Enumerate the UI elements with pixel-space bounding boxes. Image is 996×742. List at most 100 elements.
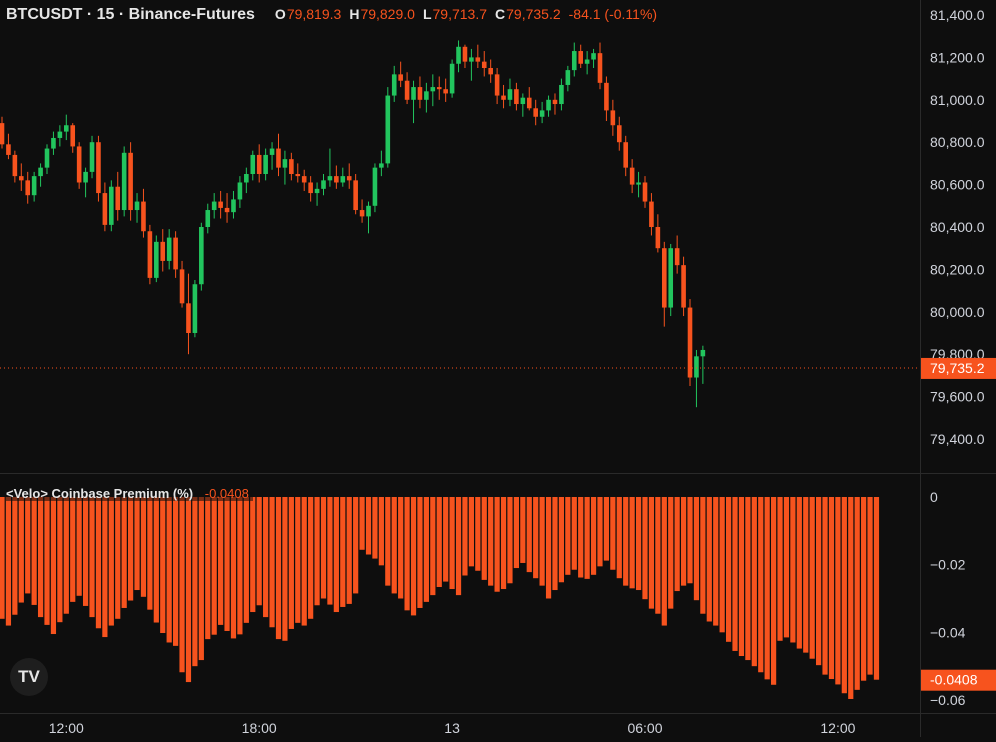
premium-bar bbox=[745, 497, 751, 661]
candle-body bbox=[552, 99, 558, 105]
premium-bar bbox=[809, 497, 815, 659]
candle-body bbox=[507, 89, 513, 100]
candle-body bbox=[289, 159, 294, 174]
premium-bar bbox=[404, 497, 410, 611]
premium-bar bbox=[571, 497, 577, 570]
tradingview-logo-icon[interactable]: TV bbox=[10, 658, 48, 696]
candle-body bbox=[443, 89, 448, 94]
premium-bar bbox=[5, 497, 12, 626]
premium-bar bbox=[115, 497, 121, 619]
premium-bar bbox=[475, 497, 481, 571]
trading-chart[interactable]: 81,400.0 81,200.0 81,000.0 80,800.0 80,600.0… bbox=[0, 0, 996, 737]
premium-bar bbox=[835, 497, 841, 685]
premium-bar bbox=[822, 497, 828, 675]
candle-body bbox=[687, 307, 693, 378]
candle-body bbox=[263, 154, 268, 174]
premium-bar bbox=[642, 497, 648, 600]
candle-body bbox=[166, 237, 172, 261]
open-label: O bbox=[274, 6, 286, 22]
candle-body bbox=[417, 87, 423, 100]
premium-bar bbox=[108, 497, 114, 626]
premium-bar bbox=[31, 497, 37, 605]
candle-body bbox=[488, 68, 493, 75]
premium-bar bbox=[192, 497, 198, 667]
candle-body bbox=[76, 146, 82, 183]
premium-bar bbox=[353, 497, 359, 594]
candle-body bbox=[346, 176, 352, 181]
candle-body bbox=[31, 176, 37, 196]
premium-bar bbox=[340, 497, 346, 607]
candle-body bbox=[83, 171, 88, 183]
premium-bar bbox=[263, 497, 269, 618]
premium-bar bbox=[668, 497, 674, 609]
candle-body bbox=[128, 152, 133, 211]
premium-bar bbox=[680, 497, 687, 586]
premium-bar bbox=[816, 497, 822, 666]
premium-bar bbox=[738, 497, 745, 657]
premium-bar bbox=[378, 497, 384, 566]
premium-bar bbox=[462, 497, 468, 576]
candle-body bbox=[591, 53, 596, 60]
premium-bar bbox=[140, 497, 147, 597]
candle-body bbox=[96, 142, 101, 194]
premium-bar bbox=[198, 497, 204, 661]
chart-canvas[interactable]: 81,400.0 81,200.0 81,000.0 80,800.0 80,600.0… bbox=[0, 0, 996, 737]
premium-bar bbox=[861, 497, 867, 681]
premium-bar bbox=[230, 497, 237, 639]
candle-body bbox=[623, 142, 629, 168]
candle-body bbox=[379, 163, 384, 168]
candle-body bbox=[642, 182, 648, 202]
low-label: L bbox=[422, 6, 432, 22]
premium-bar bbox=[308, 497, 314, 619]
premium-bar bbox=[732, 497, 738, 651]
open-value: 79,819.3 bbox=[286, 6, 342, 22]
premium-bar bbox=[764, 497, 770, 680]
candle-body bbox=[186, 303, 191, 333]
premium-bar bbox=[520, 497, 526, 563]
candle-body bbox=[353, 180, 358, 211]
premium-bar bbox=[706, 497, 712, 622]
candle-body bbox=[533, 108, 538, 117]
premium-bar bbox=[314, 497, 320, 606]
premium-bar bbox=[166, 497, 172, 643]
candle-body bbox=[449, 63, 455, 94]
premium-bar bbox=[635, 497, 642, 591]
premium-bar bbox=[102, 497, 108, 638]
candle-body bbox=[199, 227, 204, 285]
premium-bar bbox=[282, 497, 288, 641]
premium-bar bbox=[423, 497, 429, 602]
candle-body bbox=[578, 51, 583, 64]
premium-bar bbox=[57, 497, 63, 623]
candle-body bbox=[250, 154, 256, 174]
change-value: -84.1 (-0.11%) bbox=[568, 6, 658, 22]
candle-body bbox=[539, 110, 545, 117]
candle-body bbox=[411, 87, 416, 100]
candle-body bbox=[314, 188, 320, 194]
candle-body bbox=[404, 80, 410, 100]
indicator-tick-label: −0.02 bbox=[930, 557, 966, 573]
premium-bar bbox=[597, 497, 603, 567]
premium-bar bbox=[584, 497, 590, 579]
candle-body bbox=[526, 97, 532, 109]
symbol-title[interactable]: BTCUSDT · 15 · Binance-Futures bbox=[6, 6, 255, 24]
premium-bar bbox=[771, 497, 777, 685]
candle-body bbox=[256, 154, 262, 174]
premium-bar bbox=[867, 497, 873, 675]
candle-body bbox=[301, 176, 307, 183]
premium-bar bbox=[410, 497, 417, 616]
premium-bar bbox=[346, 497, 352, 604]
premium-bar bbox=[320, 497, 327, 599]
candle-body bbox=[6, 144, 11, 155]
candle-body bbox=[629, 167, 635, 185]
premium-bar bbox=[153, 497, 159, 623]
price-tick-label: 79,600.0 bbox=[930, 389, 985, 405]
price-tick-label: 79,400.0 bbox=[930, 431, 985, 447]
premium-bar bbox=[449, 497, 455, 590]
candle-body bbox=[372, 167, 378, 206]
indicator-legend[interactable]: <Velo> Coinbase Premium (%) -0.0408 bbox=[6, 486, 253, 501]
candle-body bbox=[269, 148, 275, 155]
indicator-tick-label: −0.06 bbox=[930, 692, 966, 708]
indicator-value: -0.0408 bbox=[204, 486, 249, 501]
candle-body bbox=[700, 349, 706, 357]
candle-body bbox=[340, 176, 346, 183]
